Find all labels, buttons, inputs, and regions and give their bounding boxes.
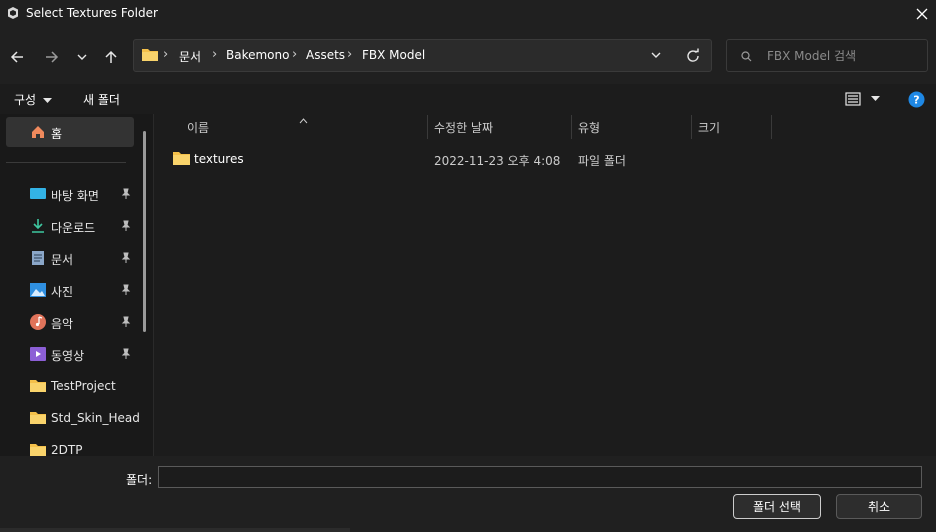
sidebar-item-2dtp[interactable]: 2DTP <box>0 436 140 456</box>
breadcrumb-separator: › <box>163 47 169 62</box>
folder-name-input[interactable] <box>158 466 922 488</box>
sidebar-item-label: 다운로드 <box>51 221 96 235</box>
column-header-size[interactable]: 크기 <box>698 119 720 136</box>
caret-down-icon <box>42 98 52 103</box>
bottom-strip <box>0 528 350 532</box>
caret-down-icon <box>871 96 880 101</box>
video-icon <box>30 347 46 361</box>
file-type: 파일 폴더 <box>578 154 626 168</box>
refresh-icon <box>687 48 699 62</box>
folder-icon <box>30 380 46 392</box>
help-icon: ? <box>908 91 925 108</box>
column-header-type[interactable]: 유형 <box>578 119 600 136</box>
up-arrow-icon <box>105 50 117 63</box>
column-divider[interactable] <box>771 115 772 139</box>
sidebar-item-label: 2DTP <box>51 443 83 456</box>
sidebar-item-label: TestProject <box>51 379 116 393</box>
music-icon <box>30 314 46 330</box>
sidebar-item-music[interactable]: 음악 <box>0 308 140 336</box>
address-dropdown-button[interactable] <box>650 49 662 64</box>
pictures-icon <box>30 283 46 297</box>
sidebar-item-label: Std_Skin_Head <box>51 411 140 425</box>
sidebar-item-documents[interactable]: 문서 <box>0 244 140 272</box>
folder-icon <box>141 47 159 65</box>
window-title: Select Textures Folder <box>26 6 158 20</box>
command-bar <box>0 84 936 114</box>
search-icon <box>741 51 752 62</box>
folder-icon <box>30 444 46 456</box>
help-button[interactable]: ? <box>908 91 925 111</box>
sidebar-item-label: 홈 <box>51 127 63 141</box>
breadcrumb-fbx-model[interactable]: FBX Model <box>362 48 425 62</box>
folder-icon <box>30 412 46 424</box>
sidebar-item-videos[interactable]: 동영상 <box>0 340 140 368</box>
search-input[interactable] <box>767 47 917 65</box>
organize-button[interactable]: 구성 <box>14 91 52 108</box>
file-modified: 2022-11-23 오후 4:08 <box>434 154 561 168</box>
sidebar-item-home[interactable]: 홈 <box>6 117 134 147</box>
desktop-icon <box>30 188 46 199</box>
column-divider[interactable] <box>571 115 572 139</box>
pin-icon <box>121 348 131 359</box>
back-arrow-icon <box>10 51 23 63</box>
forward-arrow-icon <box>46 51 59 63</box>
sidebar-item-std-skin-head[interactable]: Std_Skin_Head <box>0 404 140 432</box>
sidebar-item-label: 사진 <box>51 285 74 299</box>
sort-ascending-icon <box>299 113 308 127</box>
new-folder-button[interactable]: 새 폴더 <box>83 91 120 108</box>
pin-icon <box>121 220 131 231</box>
column-header-name[interactable]: 이름 <box>187 119 209 136</box>
sidebar-item-label: 음악 <box>51 317 74 331</box>
sidebar-item-label: 문서 <box>51 253 74 267</box>
cancel-button[interactable]: 취소 <box>836 494 922 519</box>
divider <box>6 162 126 163</box>
chevron-down-icon <box>77 54 87 60</box>
pin-icon <box>121 188 131 199</box>
breadcrumb-documents[interactable]: 문서 <box>179 48 201 65</box>
back-button[interactable] <box>5 45 29 69</box>
sidebar-item-desktop[interactable]: 바탕 화면 <box>0 180 140 208</box>
search-box[interactable] <box>726 39 928 72</box>
app-icon <box>6 6 20 20</box>
view-options-button[interactable] <box>845 91 880 110</box>
pin-icon <box>121 316 131 327</box>
organize-label: 구성 <box>14 93 37 107</box>
forward-button[interactable] <box>40 45 64 69</box>
navigation-pane[interactable]: 홈 바탕 화면 다운로드 문서 사진 음악 동영상 TestProject St… <box>0 114 154 456</box>
sidebar-item-label: 동영상 <box>51 349 85 363</box>
breadcrumb-separator: › <box>212 47 218 62</box>
svg-text:?: ? <box>913 94 919 107</box>
folder-label: 폴더: <box>126 473 153 487</box>
chevron-down-icon <box>651 52 661 58</box>
sidebar-item-downloads[interactable]: 다운로드 <box>0 212 140 240</box>
sidebar-item-label: 바탕 화면 <box>51 189 99 203</box>
breadcrumb-separator: › <box>292 47 298 62</box>
select-folder-button[interactable]: 폴더 선택 <box>733 494 821 519</box>
column-divider[interactable] <box>691 115 692 139</box>
column-divider[interactable] <box>427 115 428 139</box>
pin-icon <box>121 252 131 263</box>
up-button[interactable] <box>99 45 123 69</box>
breadcrumb-bakemono[interactable]: Bakemono <box>226 48 289 62</box>
details-view-icon <box>845 92 861 106</box>
document-icon <box>32 251 44 265</box>
sidebar-item-testproject[interactable]: TestProject <box>0 372 140 400</box>
recent-locations-button[interactable] <box>70 45 94 69</box>
breadcrumb-assets[interactable]: Assets <box>306 48 345 62</box>
refresh-button[interactable] <box>685 48 701 67</box>
breadcrumb-separator: › <box>347 47 353 62</box>
close-button[interactable] <box>908 0 936 28</box>
home-icon <box>32 126 44 138</box>
file-name[interactable]: textures <box>194 152 244 166</box>
sidebar-scrollbar[interactable] <box>143 131 146 332</box>
download-icon <box>32 219 44 233</box>
column-header-modified[interactable]: 수정한 날짜 <box>434 119 493 136</box>
folder-icon <box>173 152 190 165</box>
sidebar-item-pictures[interactable]: 사진 <box>0 276 140 304</box>
close-icon <box>916 8 928 20</box>
pin-icon <box>121 284 131 295</box>
